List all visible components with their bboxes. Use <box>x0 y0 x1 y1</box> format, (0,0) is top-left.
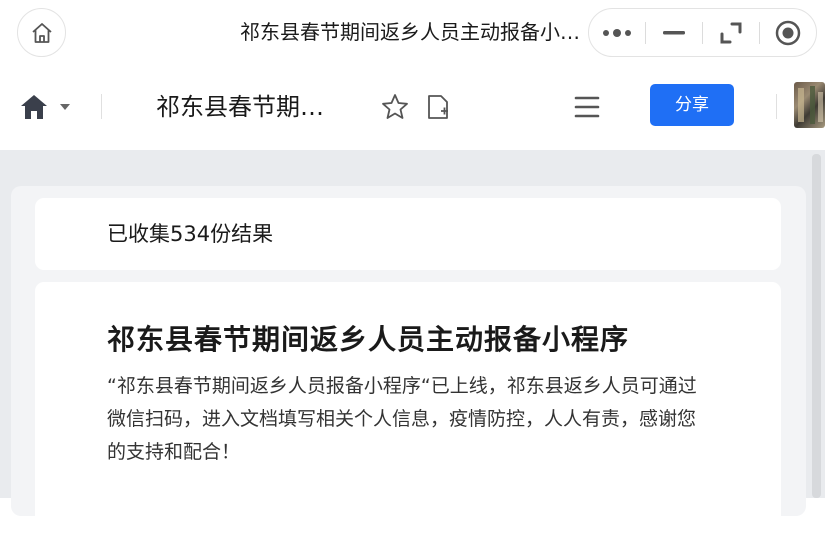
avatar[interactable] <box>794 82 825 128</box>
toolbar-divider <box>776 94 777 119</box>
home-icon <box>31 22 52 43</box>
results-panel: 已收集534份结果 祁东县春节期间返乡人员主动报备小程序 “祁东县春节期间返乡人… <box>11 186 806 542</box>
window-title: 祁东县春节期间返乡人员主动报备小程序 <box>240 20 580 44</box>
star-icon[interactable] <box>380 92 410 122</box>
share-button[interactable]: 分享 <box>650 84 734 126</box>
form-description: “祁东县春节期间返乡人员报备小程序“已上线，祁东县返乡人员可通过微信扫码，进入文… <box>107 375 697 463</box>
restore-button[interactable] <box>703 9 759 56</box>
home-menu-button[interactable] <box>20 91 80 123</box>
window-capsule <box>588 8 817 57</box>
window-titlebar: 祁东县春节期间返乡人员主动报备小程序 <box>0 0 825 64</box>
caret-down-icon <box>60 104 70 110</box>
doc-toolbar: 祁东县春节期间返乡人员主动报备小程序 分享 <box>0 64 825 150</box>
result-count: 已收集534份结果 <box>107 222 274 246</box>
toolbar-divider <box>101 94 102 119</box>
minimize-icon <box>663 30 685 34</box>
form-info-card: 祁东县春节期间返乡人员主动报备小程序 “祁东县春节期间返乡人员报备小程序“已上线… <box>35 282 781 542</box>
form-title: 祁东县春节期间返乡人员主动报备小程序 <box>107 323 630 356</box>
scrollbar[interactable] <box>812 154 821 498</box>
restore-icon <box>720 22 742 43</box>
home-filled-icon <box>21 95 47 119</box>
new-doc-icon[interactable] <box>423 92 453 122</box>
more-icon <box>603 28 631 37</box>
more-button[interactable] <box>589 9 645 56</box>
doc-title[interactable]: 祁东县春节期间返乡人员主动报备小程序 <box>156 88 331 126</box>
close-button[interactable] <box>760 9 816 56</box>
result-count-card: 已收集534份结果 <box>35 198 781 270</box>
form-results-area: 已收集534份结果 祁东县春节期间返乡人员主动报备小程序 “祁东县春节期间返乡人… <box>0 150 825 542</box>
close-icon <box>775 20 801 45</box>
home-button[interactable] <box>17 8 66 57</box>
menu-icon[interactable] <box>572 92 602 122</box>
minimize-button[interactable] <box>646 9 702 56</box>
